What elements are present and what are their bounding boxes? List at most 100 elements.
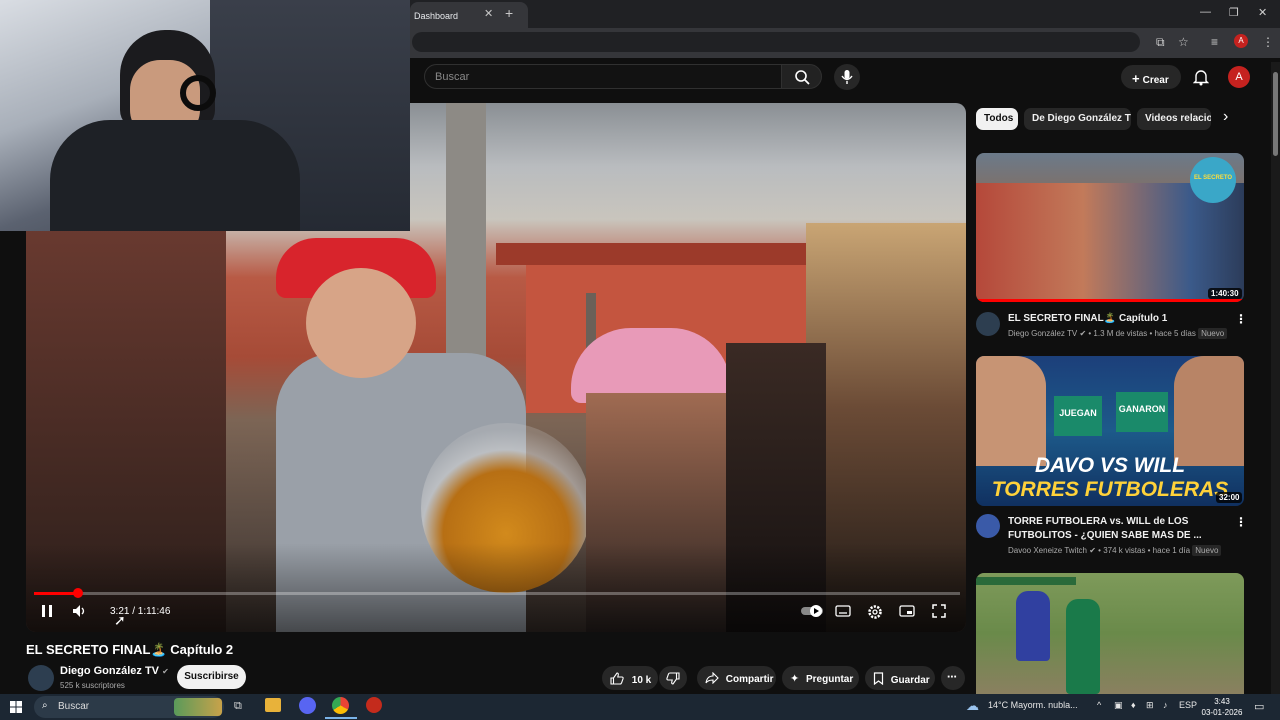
obs-icon[interactable] xyxy=(366,697,382,713)
recommendation-meta: Diego González TV ✔ • 1.3 M de vistas • … xyxy=(1008,328,1228,339)
discord-icon[interactable] xyxy=(299,697,316,714)
chip-related[interactable]: Videos relacion xyxy=(1137,108,1211,130)
create-button[interactable]: + Crear xyxy=(1121,65,1181,89)
progress-played xyxy=(34,592,78,595)
chip-todos[interactable]: Todos xyxy=(976,108,1018,130)
account-avatar[interactable]: A xyxy=(1228,66,1250,88)
recommendation-title[interactable]: TORRE FUTBOLERA vs. WILL de LOS FUTBOLIT… xyxy=(1008,515,1230,543)
bookmark-star-icon[interactable]: ☆ xyxy=(1178,35,1189,49)
new-tab-button[interactable]: + xyxy=(505,5,513,21)
speaker-icon[interactable]: ♪ xyxy=(1163,700,1168,710)
recommendation-meta: Davoo Xeneize Twitch ✔ • 374 k vistas • … xyxy=(1008,545,1222,556)
recommendation-title[interactable]: EL SECRETO FINAL🏝️ Capítulo 1 xyxy=(1008,312,1230,326)
tab-close-icon[interactable]: ✕ xyxy=(484,7,493,20)
dislike-button[interactable] xyxy=(659,666,687,690)
fullscreen-icon xyxy=(932,604,946,618)
save-button[interactable]: Guardar xyxy=(865,666,935,690)
browser-menu-icon[interactable]: ⋮ xyxy=(1262,35,1274,49)
notification-center-icon[interactable]: ▭ xyxy=(1254,700,1264,713)
face xyxy=(306,268,416,378)
subscribe-button[interactable]: Suscribirse xyxy=(177,665,246,689)
verified-icon: ✔ xyxy=(162,667,169,676)
recommendation-thumbnail[interactable]: JUEGAN GANARON DAVO VS WILL TORRES FUTBO… xyxy=(976,356,1244,506)
voice-search-button[interactable] xyxy=(834,64,860,90)
autoplay-icon xyxy=(801,605,823,617)
recommendation-thumbnail[interactable]: EL SECRETO 1:40:30 xyxy=(976,153,1244,302)
search-input[interactable]: Buscar xyxy=(424,64,782,89)
thumbnail-text-1: DAVO VS WILL xyxy=(1034,454,1186,477)
clock-time: 3:43 xyxy=(1214,697,1230,706)
chevron-right-icon[interactable]: › xyxy=(1223,108,1228,126)
mouse-cursor-icon: ➚ xyxy=(114,612,126,628)
sparkle-icon: ✦ xyxy=(790,673,800,685)
weather-icon: ☁ xyxy=(966,698,979,713)
more-options-icon[interactable]: ⋮ xyxy=(1235,515,1247,529)
minimize-button[interactable]: — xyxy=(1200,6,1211,18)
microphone-icon xyxy=(841,70,853,84)
microphone-tray-icon[interactable]: ♦ xyxy=(1131,700,1136,710)
file-explorer-icon[interactable] xyxy=(265,698,281,712)
notifications-button[interactable] xyxy=(1192,68,1210,91)
start-button[interactable] xyxy=(10,700,22,718)
chevron-up-icon[interactable]: ^ xyxy=(1097,700,1101,710)
camera-icon[interactable]: ▣ xyxy=(1114,700,1123,711)
channel-avatar[interactable] xyxy=(976,312,1000,336)
settings-button[interactable] xyxy=(867,604,883,623)
video-title: EL SECRETO FINAL🏝️ Capítulo 2 xyxy=(26,642,234,657)
search-button[interactable] xyxy=(781,64,822,89)
clock-date: 03-01-2026 xyxy=(1201,708,1243,717)
channel-name[interactable]: Diego González TV ✔ xyxy=(60,665,169,677)
headset-icon xyxy=(180,75,216,111)
like-count: 10 k xyxy=(631,675,652,686)
subtitles-button[interactable] xyxy=(835,604,851,621)
duration-badge: 32:00 xyxy=(1216,492,1243,503)
like-button[interactable]: 10 k xyxy=(602,666,658,690)
channel-avatar[interactable] xyxy=(976,514,1000,538)
share-button[interactable]: Compartir xyxy=(697,666,776,690)
pause-button[interactable] xyxy=(40,604,54,621)
thumbs-down-icon xyxy=(666,672,680,685)
progress-bar[interactable] xyxy=(34,592,960,595)
duration-badge: 1:40:30 xyxy=(1208,288,1242,299)
task-view-icon[interactable]: ⧉ xyxy=(234,700,242,713)
windows-logo-icon xyxy=(10,701,22,713)
autoplay-toggle[interactable] xyxy=(800,604,824,621)
fullscreen-button[interactable] xyxy=(932,604,946,621)
share-icon xyxy=(705,671,719,685)
weather-text[interactable]: 14°C Mayorm. nubla... xyxy=(988,700,1078,710)
tab-title: Dashboard xyxy=(414,11,459,21)
network-icon[interactable]: ⊞ xyxy=(1146,700,1154,711)
restore-button[interactable]: ❐ xyxy=(1229,6,1239,19)
chrome-icon[interactable] xyxy=(332,697,349,714)
scrubber-handle[interactable] xyxy=(73,588,83,598)
close-window-button[interactable]: ✕ xyxy=(1258,6,1267,19)
thumbs-up-icon xyxy=(610,672,624,685)
miniplayer-icon xyxy=(899,605,915,617)
browser-profile-avatar[interactable]: A xyxy=(1234,34,1248,48)
pause-icon xyxy=(42,605,52,617)
gear-icon xyxy=(868,605,882,619)
volume-button[interactable] xyxy=(72,604,88,621)
channel-name-text: Diego González TV xyxy=(60,665,160,677)
scrollbar-thumb[interactable] xyxy=(1273,72,1278,156)
recommendation-thumbnail[interactable] xyxy=(976,573,1244,694)
chip-channel[interactable]: De Diego González TV xyxy=(1024,108,1131,130)
clock[interactable]: 3:43 03-01-2026 xyxy=(1200,696,1244,718)
more-actions-button[interactable]: ⋯ xyxy=(941,666,965,690)
miniplayer-button[interactable] xyxy=(899,604,915,621)
thumbnail-person-right xyxy=(1174,356,1244,466)
search-icon: ⌕ xyxy=(42,700,48,711)
more-options-icon[interactable]: ⋮ xyxy=(1235,312,1247,326)
page-scrollbar[interactable] xyxy=(1271,62,1280,694)
controls-shade xyxy=(26,543,966,632)
channel-avatar[interactable] xyxy=(28,665,54,691)
ask-button[interactable]: ✦ Preguntar xyxy=(782,666,859,690)
input-language[interactable]: ESP xyxy=(1179,700,1197,710)
search-icon xyxy=(795,70,810,85)
address-bar[interactable] xyxy=(412,32,1140,52)
rec-channel: Davoo Xeneize Twitch ✔ xyxy=(1008,546,1096,555)
subscriber-count: 525 k suscriptores xyxy=(60,681,125,690)
install-app-icon[interactable]: ⧉ xyxy=(1156,35,1165,50)
media-control-icon[interactable]: ≡ xyxy=(1211,35,1218,49)
thumbnail-logo: EL SECRETO xyxy=(1190,157,1236,203)
